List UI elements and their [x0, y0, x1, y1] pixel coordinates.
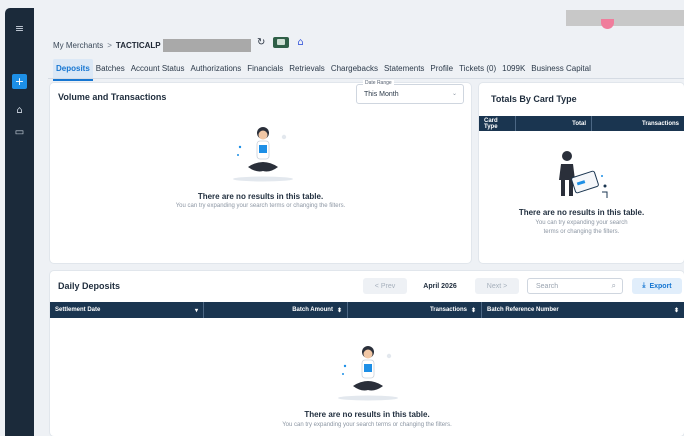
prev-month-button[interactable]: < Prev — [363, 278, 407, 294]
volume-empty-title: There are no results in this table. — [197, 192, 324, 201]
col-settlement-date-label: Settlement Date — [55, 307, 101, 313]
date-range-label: Date Range — [363, 80, 394, 86]
totals-card: Totals By Card Type Card Type Total Tran… — [479, 83, 684, 263]
chevron-down-icon: ⌄ — [451, 90, 457, 97]
avatar[interactable] — [601, 19, 614, 29]
home-icon[interactable]: ⌂ — [5, 105, 34, 116]
volume-title: Volume and Transactions — [58, 92, 167, 102]
totals-empty-title: There are no results in this table. — [518, 208, 645, 217]
app-frame: ≡ + ⌂ ▭ My Merchants > TACTICALP ↻ ⌂ Dep… — [0, 0, 684, 436]
empty-illustration — [233, 127, 293, 182]
empty-illustration-card — [559, 151, 608, 198]
menu-icon[interactable]: ≡ — [5, 22, 34, 35]
bank-icon[interactable]: ⌂ — [297, 37, 303, 48]
daily-deposits-card: Daily Deposits Settlement Date ▾ Batch A… — [50, 271, 684, 436]
breadcrumb-root[interactable]: My Merchants — [53, 41, 103, 50]
col-batch-reference[interactable]: Batch Reference Number ⬍ — [482, 302, 684, 318]
col-batch-amount[interactable]: Batch Amount ⬍ — [204, 302, 348, 318]
search-input[interactable]: Search ⌕ — [527, 278, 623, 294]
add-icon[interactable]: + — [12, 74, 27, 89]
daily-deposits-title: Daily Deposits — [58, 281, 121, 291]
col-total[interactable]: Total — [516, 116, 592, 131]
sort-icon: ⬍ — [673, 307, 679, 314]
empty-illustration — [338, 346, 398, 401]
totals-empty-sub-2: terms or changing the filters. — [543, 229, 620, 235]
col-settlement-date[interactable]: Settlement Date ▾ — [50, 302, 204, 318]
col-batch-reference-label: Batch Reference Number — [487, 307, 559, 313]
volume-card: Volume and Transactions There are no res… — [50, 83, 471, 263]
cash-icon[interactable] — [273, 37, 290, 48]
sort-down-icon: ▾ — [194, 307, 198, 314]
col-transactions[interactable]: Transactions — [592, 116, 684, 131]
col-card-type[interactable]: Card Type — [479, 116, 516, 131]
next-month-button[interactable]: Next > — [475, 278, 519, 294]
export-label: Export — [649, 282, 672, 290]
totals-table-header: Card Type Total Transactions — [479, 116, 684, 131]
totals-empty-sub-1: You can try expanding your search — [535, 220, 628, 226]
col-transactions[interactable]: Transactions ⬍ — [348, 302, 482, 318]
current-month: April 2026 — [423, 282, 457, 290]
daily-empty-sub: You can try expanding your search terms … — [282, 422, 452, 428]
inbox-icon[interactable]: ▭ — [5, 127, 34, 138]
search-icon: ⌕ — [611, 281, 616, 290]
refresh-icon[interactable]: ↻ — [257, 37, 265, 48]
breadcrumb-separator: > — [107, 41, 112, 50]
tab-divider — [48, 78, 684, 79]
daily-table-header: Settlement Date ▾ Batch Amount ⬍ Transac… — [50, 302, 684, 318]
merchant-name-redacted — [162, 39, 251, 52]
volume-empty-sub: You can try expanding your search terms … — [175, 203, 346, 209]
left-nav-rail: ≡ + ⌂ ▭ — [5, 8, 34, 436]
date-range-select[interactable]: Date Range This Month ⌄ — [356, 80, 464, 104]
breadcrumb-current: TACTICALP — [115, 41, 161, 50]
daily-empty-title: There are no results in this table. — [304, 410, 430, 419]
col-transactions-label: Transactions — [429, 307, 467, 313]
download-icon: ⤓ — [642, 282, 646, 289]
user-area-redacted — [566, 10, 684, 26]
search-placeholder: Search — [536, 282, 559, 290]
sort-icon: ⬍ — [470, 307, 476, 314]
breadcrumb: My Merchants > TACTICALP — [53, 39, 251, 52]
header-icons: ↻ ⌂ — [257, 37, 304, 48]
sort-icon: ⬍ — [336, 307, 342, 314]
col-batch-amount-label: Batch Amount — [292, 307, 333, 313]
totals-title: Totals By Card Type — [491, 94, 577, 104]
export-button[interactable]: ⤓ Export — [632, 278, 682, 294]
date-range-value: This Month — [364, 91, 399, 98]
